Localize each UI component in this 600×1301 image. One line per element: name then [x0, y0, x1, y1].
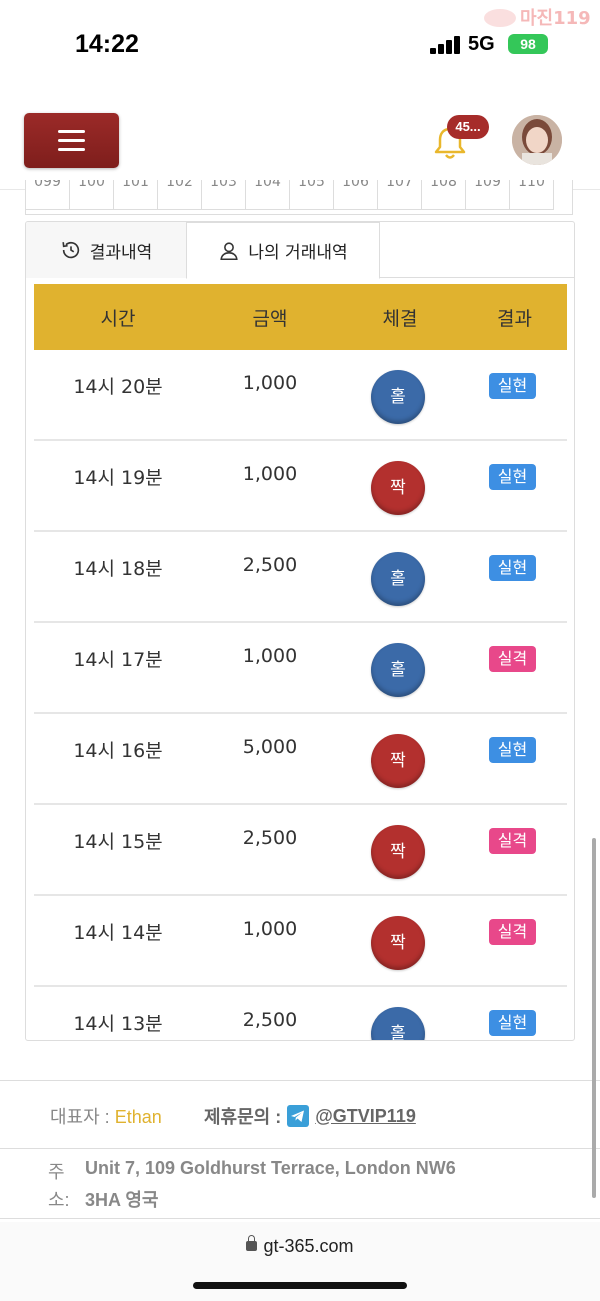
result-badge: 실현: [489, 555, 536, 581]
header-pick: 체결: [382, 307, 418, 330]
result-badge: 실현: [489, 464, 536, 490]
header-amount: 금액: [252, 307, 288, 330]
round-cell[interactable]: 105: [290, 180, 334, 210]
url-text: gt-365.com: [263, 1236, 354, 1256]
app-header: 45...: [0, 95, 600, 190]
url-display[interactable]: gt-365.com: [0, 1235, 600, 1257]
pick-ball: 짝: [371, 916, 425, 970]
row-time: 14시 13분: [73, 1013, 163, 1035]
tab-label: 결과내역: [89, 242, 153, 263]
history-panel: 결과내역 나의 거래내역 시간 금액 체결 결과 14시 20분 1,000 홀…: [25, 221, 575, 1041]
browser-url-bar[interactable]: gt-365.com: [0, 1222, 600, 1301]
home-indicator[interactable]: [193, 1282, 407, 1289]
pick-ball: 짝: [371, 825, 425, 879]
round-cell[interactable]: 110: [510, 180, 554, 210]
tab-my-trades[interactable]: 나의 거래내역: [186, 222, 380, 279]
row-time: 14시 17분: [73, 649, 163, 671]
history-icon: [62, 242, 79, 259]
footer-divider: [0, 1218, 600, 1219]
trade-rows: 14시 20분 1,000 홀 실현 14시 19분 1,000 짝 실현 14…: [34, 350, 567, 1040]
table-row: 14시 20분 1,000 홀 실현: [34, 350, 567, 441]
telegram-icon[interactable]: [287, 1105, 310, 1127]
contact-label: 제휴문의 :: [204, 1107, 282, 1127]
rep-label: 대표자 :: [50, 1107, 115, 1127]
address-label: 주: [48, 1162, 65, 1182]
row-amount: 2,500: [242, 827, 298, 849]
result-badge: 실현: [489, 373, 536, 399]
round-cell[interactable]: 102: [158, 180, 202, 210]
signal-icon: [430, 36, 462, 54]
svg-text:마진119: 마진119: [520, 8, 591, 29]
watermark-logo: 마진119: [484, 8, 591, 29]
rep-name: Ethan: [114, 1107, 162, 1127]
result-badge: 실현: [489, 737, 536, 763]
footer-divider: [0, 1148, 600, 1149]
row-time: 14시 20분: [73, 376, 163, 398]
round-cell[interactable]: 109: [466, 180, 510, 210]
header-time: 시간: [100, 307, 136, 330]
row-amount: 1,000: [242, 372, 298, 394]
tab-bar: 결과내역 나의 거래내역: [26, 222, 574, 279]
row-amount: 1,000: [242, 645, 298, 667]
status-bar: 14:22 5G 98 마진119: [0, 0, 600, 90]
status-time: 14:22: [75, 30, 139, 58]
round-cell[interactable]: 106: [334, 180, 378, 210]
table-row: 14시 14분 1,000 짝 실격: [34, 896, 567, 987]
notification-badge[interactable]: 45...: [447, 115, 489, 139]
pick-ball: 홀: [371, 552, 425, 606]
network-type: 5G: [468, 33, 495, 55]
pick-ball: 홀: [371, 643, 425, 697]
round-cell[interactable]: 104: [246, 180, 290, 210]
row-amount: 1,000: [242, 463, 298, 485]
row-amount: 1,000: [242, 918, 298, 940]
address-label: 소:: [48, 1190, 70, 1210]
row-amount: 5,000: [242, 736, 298, 758]
avatar[interactable]: [512, 115, 562, 165]
row-amount: 2,500: [242, 554, 298, 576]
header-result: 결과: [497, 307, 532, 330]
user-icon: [220, 241, 239, 260]
table-row: 14시 18분 2,500 홀 실현: [34, 532, 567, 623]
round-cell[interactable]: 107: [378, 180, 422, 210]
table-header: 시간 금액 체결 결과: [34, 284, 567, 350]
row-time: 14시 18분: [73, 558, 163, 580]
scrollbar[interactable]: [592, 838, 596, 1198]
result-badge: 실현: [489, 1010, 536, 1036]
table-row: 14시 13분 2,500 홀 실현: [34, 987, 567, 1040]
pick-ball: 짝: [371, 734, 425, 788]
battery-icon: 98: [508, 34, 548, 54]
round-cell[interactable]: 101: [114, 180, 158, 210]
table-row: 14시 15분 2,500 짝 실격: [34, 805, 567, 896]
table-row: 14시 16분 5,000 짝 실현: [34, 714, 567, 805]
round-cell[interactable]: 100: [70, 180, 114, 210]
row-time: 14시 16분: [73, 740, 163, 762]
row-time: 14시 15분: [73, 831, 163, 853]
telegram-handle-link[interactable]: @GTVIP119: [315, 1106, 416, 1127]
lock-icon: [246, 1235, 258, 1251]
result-badge: 실격: [489, 828, 536, 854]
tab-results-history[interactable]: 결과내역: [26, 222, 186, 278]
footer-contact: 제휴문의 : @GTVIP119: [204, 1103, 416, 1129]
footer-divider: [0, 1080, 600, 1081]
round-number-strip: 099 100 101 102 103 104 105 106 107 108 …: [25, 180, 573, 215]
result-badge: 실격: [489, 646, 536, 672]
row-amount: 2,500: [242, 1009, 298, 1031]
footer-representative: 대표자 : Ethan: [50, 1103, 162, 1129]
table-row: 14시 17분 1,000 홀 실격: [34, 623, 567, 714]
address-line: 3HA 영국: [85, 1190, 159, 1210]
menu-button[interactable]: [24, 113, 119, 168]
round-cell[interactable]: 103: [202, 180, 246, 210]
address-line: Unit 7, 109 Goldhurst Terrace, London NW…: [85, 1158, 456, 1178]
result-badge: 실격: [489, 919, 536, 945]
row-time: 14시 19분: [73, 467, 163, 489]
pick-ball: 홀: [371, 1007, 425, 1040]
round-cell[interactable]: 099: [26, 180, 70, 210]
round-cell[interactable]: 108: [422, 180, 466, 210]
table-row: 14시 19분 1,000 짝 실현: [34, 441, 567, 532]
row-time: 14시 14분: [73, 922, 163, 944]
pick-ball: 짝: [371, 461, 425, 515]
pick-ball: 홀: [371, 370, 425, 424]
tab-label: 나의 거래내역: [248, 243, 348, 263]
battery-level: 98: [520, 36, 536, 52]
